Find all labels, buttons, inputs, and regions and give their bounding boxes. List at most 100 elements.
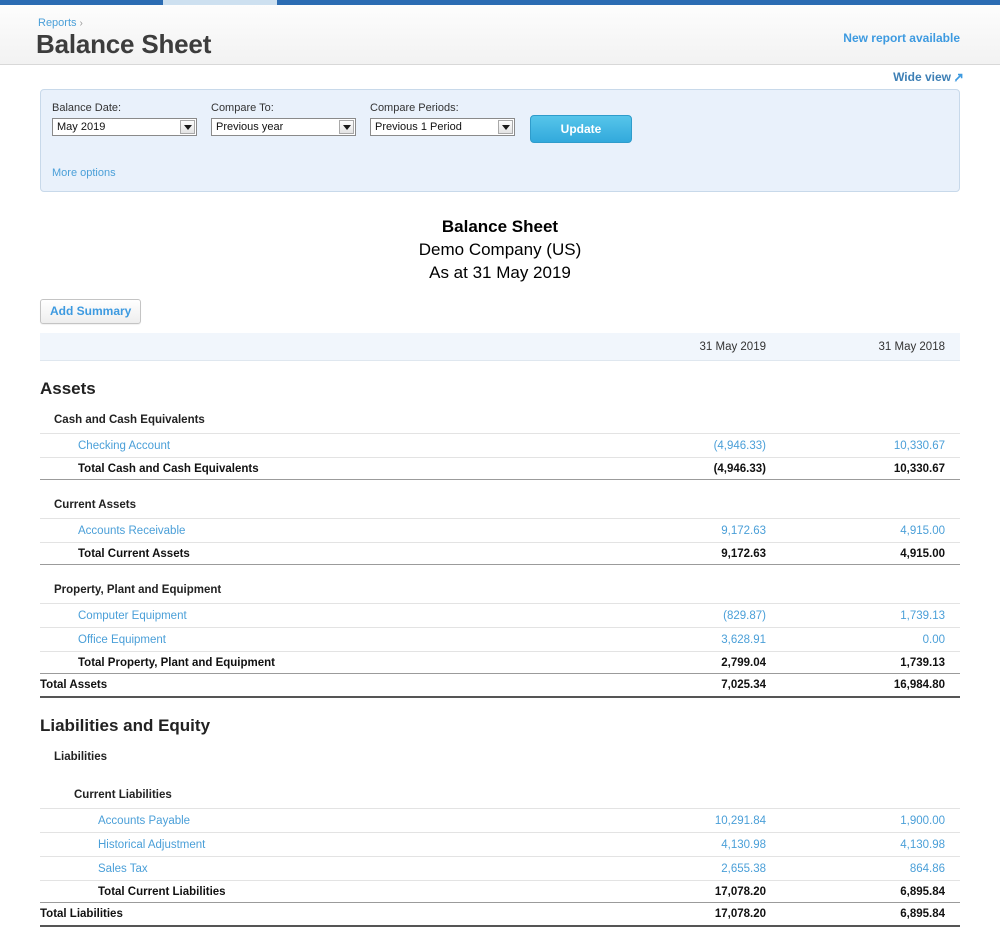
compare-periods-field: Compare Periods: Previous 1 Period [370,101,515,136]
account-value-link-period1[interactable]: 10,291.84 [715,815,766,827]
group-total-label: Total Property, Plant and Equipment [40,652,610,674]
chevron-down-icon[interactable] [180,120,195,134]
group-total-row: Total Property, Plant and Equipment2,799… [40,652,960,674]
table-row: Sales Tax 2,655.38 864.86 [40,857,960,881]
group-blank-2 [790,491,960,519]
update-button[interactable]: Update [530,115,632,143]
account-value-link-period2[interactable]: 0.00 [923,634,945,646]
compare-periods-select[interactable]: Previous 1 Period [370,118,515,136]
group-title: Current Assets [40,491,610,519]
account-value-link-period1[interactable]: 4,130.98 [721,839,766,851]
group-total-period2: 1,739.13 [790,652,960,674]
account-value-link-period1[interactable]: 2,655.38 [721,863,766,875]
diagonal-arrow-icon [954,71,964,85]
group-total-period1: 9,172.63 [610,543,790,565]
account-value-link-period1[interactable]: 9,172.63 [721,525,766,537]
account-value-period2: 10,330.67 [790,434,960,458]
report-filter-panel: Balance Date: May 2019 Compare To: Previ… [40,89,960,192]
report-company: Demo Company (US) [0,238,1000,261]
group-blank-2 [790,406,960,434]
row-spacer [40,480,960,492]
section-title-row: Liabilities and Equity [40,697,960,743]
account-value-period2: 4,130.98 [790,833,960,857]
account-value-period1: 10,291.84 [610,809,790,833]
add-summary-button[interactable]: Add Summary [40,299,141,324]
account-link[interactable]: Historical Adjustment [98,839,205,851]
account-value-link-period2[interactable]: 4,130.98 [900,839,945,851]
compare-to-select[interactable]: Previous year [211,118,356,136]
account-value-period1: 4,130.98 [610,833,790,857]
group-total-period2: 6,895.84 [790,881,960,903]
account-name-cell: Office Equipment [40,628,610,652]
wide-view-link[interactable]: Wide view [893,70,964,85]
account-value-link-period2[interactable]: 1,739.13 [900,610,945,622]
subsection-blank-1 [610,743,790,770]
account-value-link-period2[interactable]: 1,900.00 [900,815,945,827]
account-value-period1: (4,946.33) [610,434,790,458]
grand-total-label: Total Assets [40,674,610,698]
balance-date-select[interactable]: May 2019 [52,118,197,136]
group-title-row: Cash and Cash Equivalents [40,406,960,434]
table-row: Checking Account (4,946.33) 10,330.67 [40,434,960,458]
subsection-title: Liabilities [40,743,610,770]
account-link[interactable]: Office Equipment [78,634,166,646]
compare-to-label: Compare To: [211,101,356,115]
account-value-period2: 1,900.00 [790,809,960,833]
row-spacer [40,770,960,781]
account-link[interactable]: Sales Tax [98,863,148,875]
group-title-row: Current Liabilities [40,781,960,809]
table-row: Computer Equipment (829.87) 1,739.13 [40,604,960,628]
account-value-period1: 2,655.38 [610,857,790,881]
account-link[interactable]: Accounts Payable [98,815,190,827]
account-value-link-period1[interactable]: (4,946.33) [714,440,766,452]
account-value-link-period2[interactable]: 864.86 [910,863,945,875]
group-blank-2 [790,781,960,809]
group-total-row: Total Current Liabilities17,078.206,895.… [40,881,960,903]
column-header-row: 31 May 201931 May 2018 [40,333,960,361]
wide-view-label: Wide view [893,70,951,84]
grand-total-period1: 17,078.20 [610,903,790,927]
account-value-link-period2[interactable]: 4,915.00 [900,525,945,537]
section-title-row: Assets [40,361,960,407]
compare-to-field: Compare To: Previous year [211,101,356,136]
group-blank-2 [790,576,960,604]
row-spacer [40,565,960,577]
account-name-cell: Historical Adjustment [40,833,610,857]
table-row: Historical Adjustment 4,130.98 4,130.98 [40,833,960,857]
account-name-cell: Computer Equipment [40,604,610,628]
wide-view-row: Wide view [0,65,1000,89]
account-link[interactable]: Computer Equipment [78,610,187,622]
account-value-link-period1[interactable]: 3,628.91 [721,634,766,646]
group-total-row: Total Cash and Cash Equivalents(4,946.33… [40,458,960,480]
table-row: Accounts Payable 10,291.84 1,900.00 [40,809,960,833]
account-link[interactable]: Checking Account [78,440,170,452]
balance-sheet-table: 31 May 201931 May 2018AssetsCash and Cas… [40,333,960,927]
report-title: Balance Sheet [0,216,1000,238]
account-link[interactable]: Accounts Receivable [78,525,185,537]
breadcrumb-link-reports[interactable]: Reports [38,17,77,29]
group-total-row: Total Current Assets9,172.634,915.00 [40,543,960,565]
group-total-period2: 10,330.67 [790,458,960,480]
group-blank-1 [610,576,790,604]
group-total-period1: 2,799.04 [610,652,790,674]
group-title-row: Current Assets [40,491,960,519]
column-header-label [40,333,610,361]
group-title: Cash and Cash Equivalents [40,406,610,434]
chevron-down-icon[interactable] [498,120,513,134]
new-report-available-link[interactable]: New report available [843,31,960,45]
account-value-link-period2[interactable]: 10,330.67 [894,440,945,452]
account-name-cell: Accounts Payable [40,809,610,833]
more-options-link[interactable]: More options [52,167,116,179]
page-header: Reports› Balance Sheet New report availa… [0,5,1000,65]
table-row: Accounts Receivable 9,172.63 4,915.00 [40,519,960,543]
account-value-link-period1[interactable]: (829.87) [723,610,766,622]
add-summary-row: Add Summary [40,299,1000,324]
group-blank-1 [610,491,790,519]
group-total-label: Total Current Assets [40,543,610,565]
compare-to-value: Previous year [212,119,283,135]
group-title: Property, Plant and Equipment [40,576,610,604]
account-name-cell: Checking Account [40,434,610,458]
chevron-down-icon[interactable] [339,120,354,134]
account-value-period2: 864.86 [790,857,960,881]
account-name-cell: Accounts Receivable [40,519,610,543]
